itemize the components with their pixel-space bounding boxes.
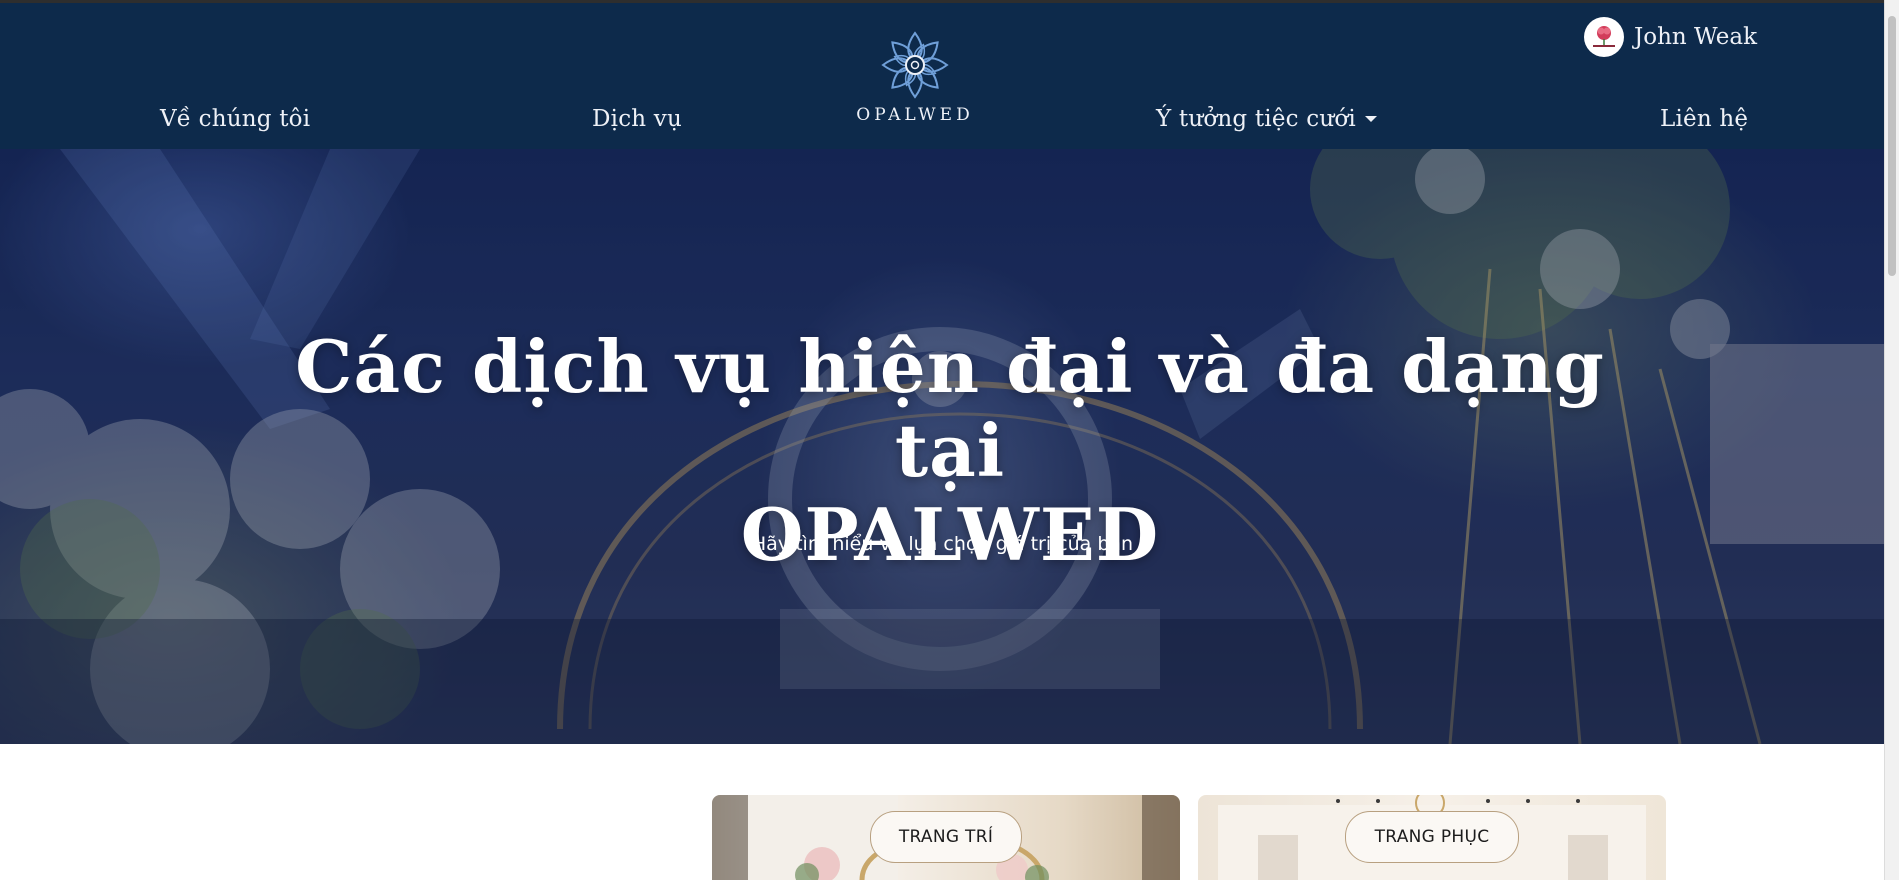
card-label-costume: TRANG PHỤC [1345,811,1519,863]
page-scrollbar[interactable] [1884,0,1899,880]
service-card-decoration[interactable]: TRANG TRÍ [712,795,1180,880]
nav-wedding-ideas-label: Ý tưởng tiệc cưới [1156,106,1356,132]
nav-contact[interactable]: Liên hệ [1660,106,1748,132]
nav-wedding-ideas[interactable]: Ý tưởng tiệc cưới [1156,106,1377,132]
rose-logo-icon [1593,26,1615,47]
nav-services[interactable]: Dịch vụ [592,106,682,132]
site-header: Về chúng tôi Dịch vụ OPALWED Ý tưởng tiệ… [0,3,1885,149]
caret-down-icon [1364,116,1377,122]
avatar [1584,17,1624,57]
card-label-decoration: TRANG TRÍ [870,811,1022,863]
logo-text: OPALWED [856,105,974,125]
lotus-logo-icon [881,31,949,99]
scrollbar-thumb[interactable] [1888,16,1896,276]
hero-title-line-1: Các dịch vụ hiện đại và đa dạng tại [295,324,1605,493]
user-name: John Weak [1634,24,1758,50]
service-card-costume[interactable]: TRANG PHỤC [1198,795,1666,880]
opalwed-logo[interactable]: OPALWED [845,29,985,125]
nav-about[interactable]: Về chúng tôi [160,106,310,132]
hero-subtitle: Hãy tìm hiểu và lựa chọn giá trị của bạn [751,533,1134,555]
user-menu[interactable]: John Weak [1584,15,1757,59]
hero-banner: Các dịch vụ hiện đại và đa dạng tại OPAL… [0,149,1885,744]
